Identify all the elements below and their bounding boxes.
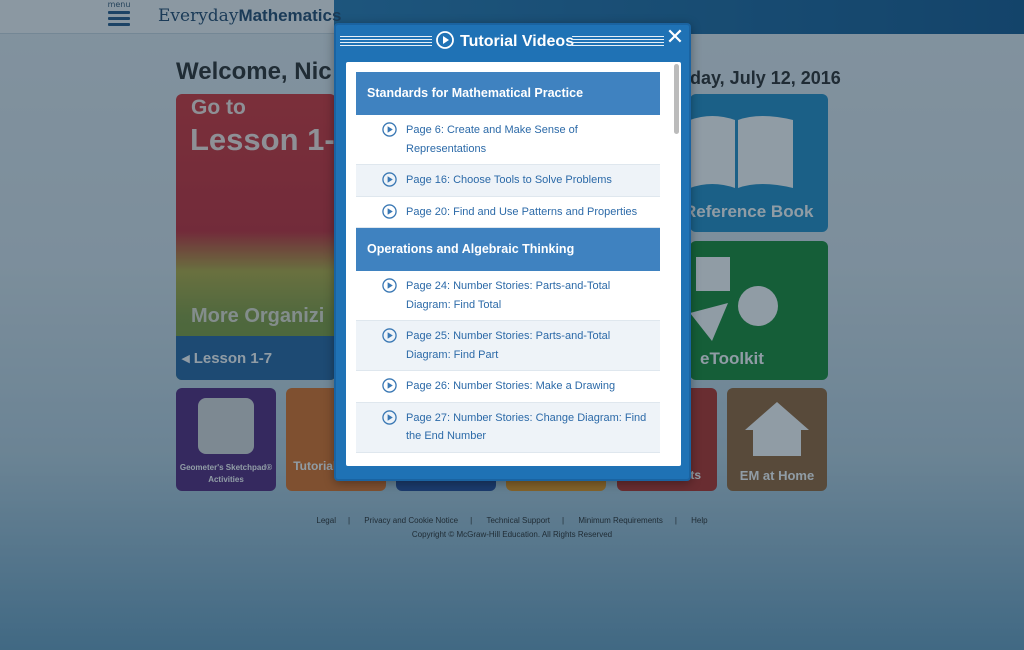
play-icon: [436, 31, 454, 49]
section-heading: Standards for Mathematical Practice: [356, 72, 660, 115]
play-icon: [382, 328, 397, 343]
video-link-label: Page 26: Number Stories: Make a Drawing: [406, 380, 616, 392]
video-link-label: Page 6: Create and Make Sense of Represe…: [406, 124, 578, 155]
modal-title: Tutorial Videos: [436, 31, 574, 51]
header-decoration-left: [340, 36, 432, 46]
video-link[interactable]: Page 26: Number Stories: Make a Drawing: [356, 371, 660, 403]
video-link[interactable]: Page 6: Create and Make Sense of Represe…: [356, 115, 660, 165]
video-link-label: Page 25: Number Stories: Parts-and-Total…: [406, 330, 611, 361]
close-button[interactable]: ✕: [663, 25, 687, 51]
video-link[interactable]: Page 24: Number Stories: Parts-and-Total…: [356, 271, 660, 321]
play-icon: [382, 378, 397, 393]
video-list[interactable]: Standards for Mathematical Practice Page…: [346, 62, 670, 466]
video-link[interactable]: Page 20: Find and Use Patterns and Prope…: [356, 197, 660, 228]
play-icon: [382, 278, 397, 293]
video-link-label: Page 24: Number Stories: Parts-and-Total…: [406, 280, 611, 311]
modal-header: Tutorial Videos ✕: [336, 25, 689, 59]
play-icon: [382, 409, 397, 425]
play-icon: [382, 203, 397, 219]
video-link[interactable]: Page 16: Choose Tools to Solve Problems: [356, 165, 660, 197]
play-icon: [382, 122, 397, 137]
section-heading: Operations and Algebraic Thinking: [356, 228, 660, 271]
video-link-label: Page 20: Find and Use Patterns and Prope…: [406, 205, 638, 218]
play-icon: [382, 172, 397, 187]
scrollbar[interactable]: [674, 64, 679, 134]
video-link-label: Page 27: Number Stories: Change Diagram:…: [406, 411, 647, 443]
tutorial-videos-modal: Tutorial Videos ✕ Standards for Mathemat…: [334, 23, 691, 481]
video-link-label: Page 16: Choose Tools to Solve Problems: [406, 174, 612, 186]
header-decoration-right: [572, 36, 664, 46]
modal-content[interactable]: Standards for Mathematical Practice Page…: [346, 62, 681, 466]
video-link[interactable]: Page 25: Number Stories: Parts-and-Total…: [356, 321, 660, 371]
modal-title-text: Tutorial Videos: [460, 33, 575, 50]
video-link[interactable]: Page 27: Number Stories: Change Diagram:…: [356, 402, 660, 453]
